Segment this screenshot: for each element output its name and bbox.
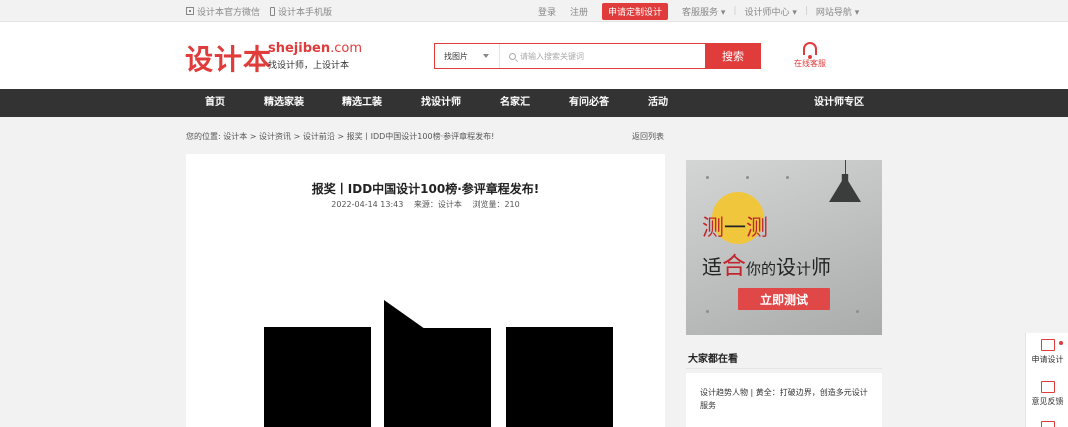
article-panel: 报奖丨IDD中国设计100榜·参评章程发布! 2022-04-14 13:43 …: [186, 154, 665, 427]
wall-dot: [856, 310, 859, 313]
banner-headline-1: 测一测: [702, 216, 769, 241]
floating-toolbar: 申请设计 意见反馈: [1025, 333, 1068, 427]
mobile-link[interactable]: 设计本手机版: [270, 5, 332, 18]
qrcode-icon: [1040, 421, 1055, 427]
nav-item-qa[interactable]: 有问必答: [569, 89, 609, 117]
service-dropdown[interactable]: 客服服务 ▾: [682, 5, 725, 18]
hot-list: 设计趋势人物 | 黄全：打破边界，创造多元设计服务: [686, 373, 882, 427]
search-category-select[interactable]: 找图片: [435, 44, 500, 68]
logo-slogan: 找设计师，上设计本: [268, 61, 350, 71]
article-title: 报奖丨IDD中国设计100榜·参评章程发布!: [311, 182, 540, 196]
article-source: 来源：设计本: [413, 200, 462, 209]
wall-dot: [786, 176, 789, 179]
chevron-down-icon: [483, 54, 489, 58]
divider: |: [733, 6, 737, 16]
main-nav: 首页 精选家装 精选工装 找设计师 名家汇 有问必答 活动 设计师专区: [0, 89, 1068, 117]
article-date: 2022-04-14 13:43: [331, 200, 404, 209]
test-now-button[interactable]: 立即测试: [738, 288, 830, 310]
back-to-list-link[interactable]: 返回列表: [632, 131, 664, 142]
qrcode-float[interactable]: [1026, 421, 1068, 427]
phone-icon: [270, 6, 276, 16]
header: 设计本 shejiben.com 找设计师，上设计本 找图片 请输入搜索关键词 …: [0, 22, 1068, 89]
wall-dot: [706, 310, 709, 313]
banner-headline-2: 适合你的设计师: [702, 252, 832, 280]
apply-design-button[interactable]: 申请定制设计: [602, 2, 669, 20]
top-bar-left: 设计本官方微信 设计本手机版: [186, 0, 332, 22]
wechat-link[interactable]: 设计本官方微信: [186, 5, 260, 18]
search-icon: [509, 52, 516, 60]
nav-item-masters[interactable]: 名家汇: [500, 89, 530, 117]
headset-icon: [803, 42, 817, 59]
top-bar: 设计本官方微信 设计本手机版 登录 注册 申请定制设计 客服服务 ▾ | 设计师…: [0, 0, 1068, 22]
nav-item-commercial[interactable]: 精选工装: [342, 89, 382, 117]
feedback-icon: [1040, 381, 1055, 393]
nav-item-events[interactable]: 活动: [648, 89, 668, 117]
feedback-float[interactable]: 意见反馈: [1026, 381, 1068, 407]
article-image-block-middle: [384, 300, 491, 427]
site-nav-dropdown[interactable]: 网站导航 ▾: [816, 5, 859, 18]
divider: |: [804, 6, 808, 16]
qrcode-icon: [186, 7, 194, 15]
section-title: 大家都在看: [688, 354, 738, 365]
article-image-block-left: [264, 327, 371, 427]
article-views: 浏览量：210: [472, 200, 520, 209]
logo[interactable]: 设计本: [185, 38, 272, 78]
nav-item-find-designer[interactable]: 找设计师: [421, 89, 461, 117]
breadcrumb: 您的位置: 设计本 > 设计资讯 > 设计前沿 > 报奖丨IDD中国设计100榜…: [186, 132, 495, 141]
nav-item-home-decor[interactable]: 精选家装: [264, 89, 304, 117]
article-image-block-right: [506, 327, 613, 427]
logo-domain[interactable]: shejiben.com: [268, 41, 362, 56]
designer-test-banner[interactable]: 测一测 适合你的设计师 立即测试: [686, 160, 882, 335]
nav-item-designer-zone[interactable]: 设计师专区: [814, 89, 864, 117]
search-button[interactable]: 搜索: [705, 43, 761, 69]
search-input[interactable]: 请输入搜索关键词: [500, 44, 705, 68]
nav-item-home[interactable]: 首页: [205, 89, 225, 117]
wall-dot: [706, 176, 709, 179]
pen-icon: [1040, 339, 1055, 351]
wall-dot: [746, 176, 749, 179]
designer-center-dropdown[interactable]: 设计师中心 ▾: [744, 5, 796, 18]
login-link[interactable]: 登录: [538, 5, 556, 18]
divider: [686, 368, 882, 369]
apply-design-float[interactable]: 申请设计: [1026, 339, 1068, 365]
search-bar: 找图片 请输入搜索关键词 搜索: [434, 43, 761, 69]
lamp-cord: [845, 160, 846, 174]
article-meta: 2022-04-14 13:43 来源：设计本 浏览量：210: [186, 199, 665, 210]
online-service[interactable]: 在线客服: [790, 42, 830, 69]
hot-list-item[interactable]: 设计趋势人物 | 黄全：打破边界，创造多元设计服务: [700, 386, 872, 412]
breadcrumb-path[interactable]: 设计本 > 设计资讯 > 设计前沿 > 报奖丨IDD中国设计100榜·参评章程发…: [223, 132, 494, 141]
top-bar-right: 登录 注册 申请定制设计 客服服务 ▾ | 设计师中心 ▾ | 网站导航 ▾: [538, 0, 867, 22]
register-link[interactable]: 注册: [570, 5, 588, 18]
